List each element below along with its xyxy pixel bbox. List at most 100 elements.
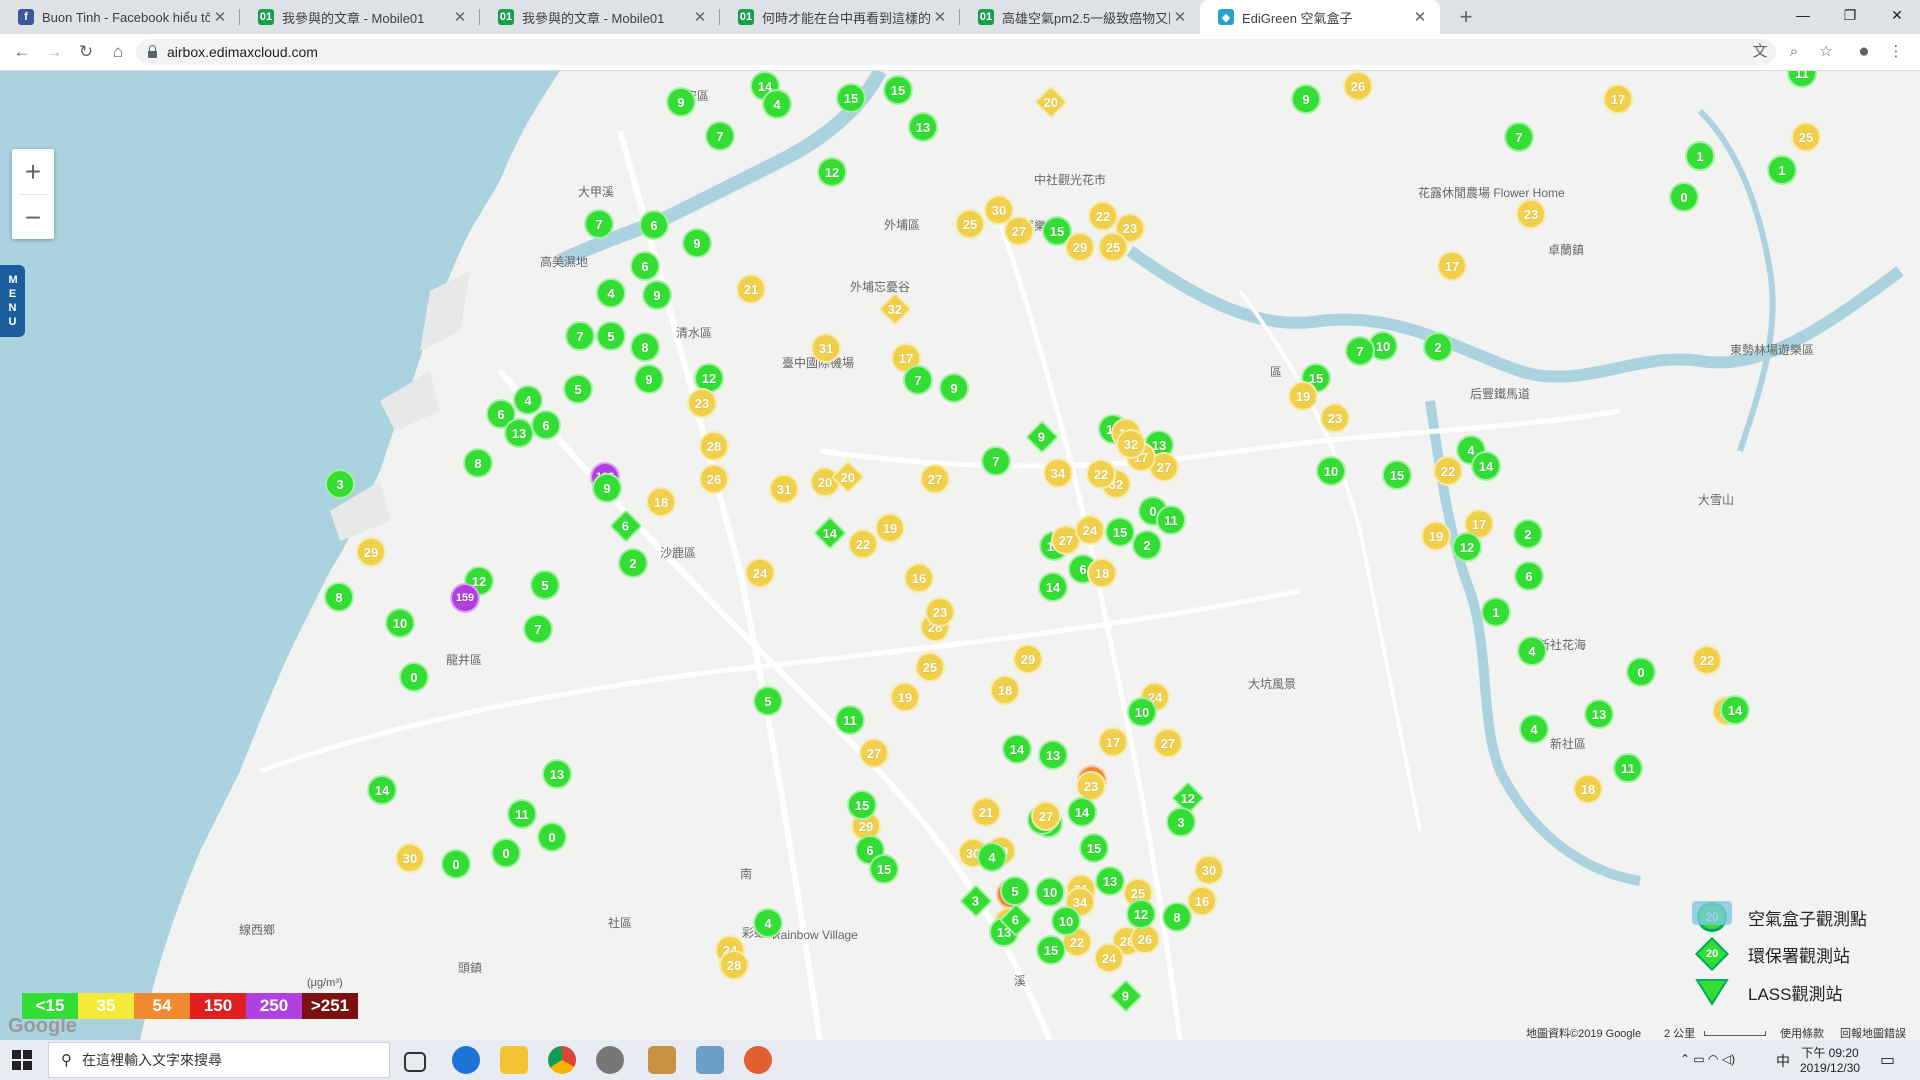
station-marker[interactable]: 7 <box>1345 336 1375 366</box>
station-marker[interactable]: 29 <box>356 537 386 567</box>
station-marker[interactable]: 11 <box>1613 753 1643 783</box>
station-marker[interactable]: 6 <box>531 410 561 440</box>
station-marker[interactable]: 0 <box>1626 657 1656 687</box>
station-marker[interactable]: 17 <box>1603 84 1633 114</box>
station-marker[interactable]: 15 <box>1036 935 1066 965</box>
station-marker[interactable]: 24 <box>1075 515 1105 545</box>
station-marker[interactable]: 27 <box>1031 801 1061 831</box>
station-marker[interactable]: 8 <box>1162 902 1192 932</box>
station-marker[interactable]: 13 <box>1095 866 1125 896</box>
station-marker[interactable]: 25 <box>915 652 945 682</box>
app-icon[interactable] <box>648 1046 676 1074</box>
station-marker[interactable]: 11 <box>835 705 865 735</box>
station-marker[interactable]: 13 <box>1038 740 1068 770</box>
station-marker[interactable]: 5 <box>530 570 560 600</box>
station-marker[interactable]: 9 <box>682 228 712 258</box>
tab-4[interactable]: 01 高雄空氣pm2.5一級致癌物又闖 ✕ <box>960 0 1200 34</box>
station-marker[interactable]: 21 <box>736 274 766 304</box>
station-marker[interactable]: 14 <box>1067 797 1097 827</box>
close-tab-icon[interactable]: ✕ <box>690 8 710 26</box>
station-marker[interactable]: 27 <box>1004 216 1034 246</box>
station-marker[interactable]: 0 <box>441 849 471 879</box>
station-marker[interactable]: 9 <box>666 87 696 117</box>
station-marker[interactable]: 14 <box>1720 695 1750 725</box>
station-marker[interactable]: 4 <box>762 89 792 119</box>
station-marker[interactable]: 1 <box>1481 597 1511 627</box>
station-marker[interactable]: 15 <box>1079 833 1109 863</box>
station-marker[interactable]: 4 <box>596 278 626 308</box>
app-icon[interactable] <box>596 1046 624 1074</box>
station-marker[interactable]: 1 <box>1685 141 1715 171</box>
station-marker[interactable]: 2 <box>1132 530 1162 560</box>
report-error-link[interactable]: 回報地圖錯誤 <box>1840 1025 1906 1040</box>
station-marker[interactable]: 4 <box>977 842 1007 872</box>
tab-2[interactable]: 01 我參與的文章 - Mobile01 ✕ <box>480 0 720 34</box>
station-marker[interactable]: 25 <box>1098 232 1128 262</box>
station-marker[interactable]: 9 <box>1291 84 1321 114</box>
station-marker[interactable]: 22 <box>1088 201 1118 231</box>
station-marker[interactable]: 5 <box>563 374 593 404</box>
station-marker[interactable]: 10 <box>1035 877 1065 907</box>
zoom-in-button[interactable]: + <box>12 149 54 194</box>
home-icon[interactable]: ⌂ <box>106 40 130 64</box>
station-marker[interactable]: 18 <box>990 675 1020 705</box>
station-marker[interactable]: 24 <box>745 558 775 588</box>
reload-icon[interactable]: ↻ <box>74 40 98 64</box>
station-marker[interactable]: 7 <box>565 321 595 351</box>
translate-icon[interactable]: 文 <box>1748 40 1772 64</box>
station-marker[interactable]: 15 <box>1105 517 1135 547</box>
station-marker[interactable]: 7 <box>523 614 553 644</box>
station-marker[interactable]: 18 <box>1087 558 1117 588</box>
station-marker[interactable]: 6 <box>1514 561 1544 591</box>
station-marker[interactable]: 19 <box>890 682 920 712</box>
station-marker[interactable]: 3 <box>1166 807 1196 837</box>
station-marker[interactable]: 28 <box>719 950 749 980</box>
station-marker[interactable]: 30 <box>395 843 425 873</box>
station-marker[interactable]: 27 <box>920 464 950 494</box>
station-marker[interactable]: 8 <box>324 582 354 612</box>
zoom-out-button[interactable]: − <box>12 195 54 240</box>
station-marker[interactable]: 27 <box>859 738 889 768</box>
station-marker[interactable]: 16 <box>904 563 934 593</box>
station-marker[interactable]: 13 <box>1584 699 1614 729</box>
close-tab-icon[interactable]: ✕ <box>1170 8 1190 26</box>
profile-icon[interactable]: ● <box>1852 40 1876 64</box>
station-marker[interactable]: 34 <box>1043 458 1073 488</box>
station-marker[interactable]: 15 <box>1382 460 1412 490</box>
menu-dots-icon[interactable]: ⋮ <box>1884 40 1908 64</box>
station-marker[interactable]: 23 <box>687 388 717 418</box>
station-marker[interactable]: 9 <box>642 280 672 310</box>
close-tab-icon[interactable]: ✕ <box>1410 8 1430 26</box>
station-marker[interactable]: 29 <box>1065 232 1095 262</box>
close-tab-icon[interactable]: ✕ <box>450 8 470 26</box>
station-marker[interactable]: 2 <box>1423 332 1453 362</box>
station-marker[interactable]: 31 <box>769 474 799 504</box>
station-marker[interactable]: 31 <box>811 333 841 363</box>
tab-0[interactable]: f Buon Tinh - Facebook hiểu tôi c ✕ <box>0 0 240 34</box>
station-marker[interactable]: 0 <box>1669 182 1699 212</box>
station-marker[interactable]: 25 <box>1791 122 1821 152</box>
station-marker[interactable]: 7 <box>584 209 614 239</box>
forward-icon[interactable]: → <box>42 40 66 64</box>
new-tab-button[interactable]: + <box>1452 3 1480 31</box>
station-marker[interactable]: 23 <box>1320 403 1350 433</box>
station-marker[interactable]: 15 <box>836 83 866 113</box>
address-bar[interactable]: airbox.edimaxcloud.com <box>136 39 1776 65</box>
close-tab-icon[interactable]: ✕ <box>210 8 230 26</box>
bookmark-star-icon[interactable]: ☆ <box>1814 40 1838 64</box>
station-marker[interactable]: 13 <box>908 112 938 142</box>
station-marker[interactable]: 10 <box>385 608 415 638</box>
station-marker[interactable]: 13 <box>504 418 534 448</box>
station-marker[interactable]: 0 <box>399 662 429 692</box>
station-marker[interactable]: 14 <box>1038 572 1068 602</box>
station-marker[interactable]: 12 <box>1126 899 1156 929</box>
station-marker[interactable]: 11 <box>507 799 537 829</box>
station-marker[interactable]: 1 <box>1767 155 1797 185</box>
station-marker[interactable]: 10 <box>1127 697 1157 727</box>
map-canvas[interactable]: + − MENU 大安區外埔區大甲溪高美濕地清水區臺中國際機場沙鹿區龍井區鄉南彩… <box>0 71 1920 1040</box>
station-marker[interactable]: 5 <box>753 686 783 716</box>
station-marker[interactable]: 22 <box>1692 645 1722 675</box>
restore-button[interactable]: ❐ <box>1827 0 1873 30</box>
station-marker[interactable]: 26 <box>1130 924 1160 954</box>
ime-indicator[interactable]: 中 <box>1776 1051 1790 1071</box>
